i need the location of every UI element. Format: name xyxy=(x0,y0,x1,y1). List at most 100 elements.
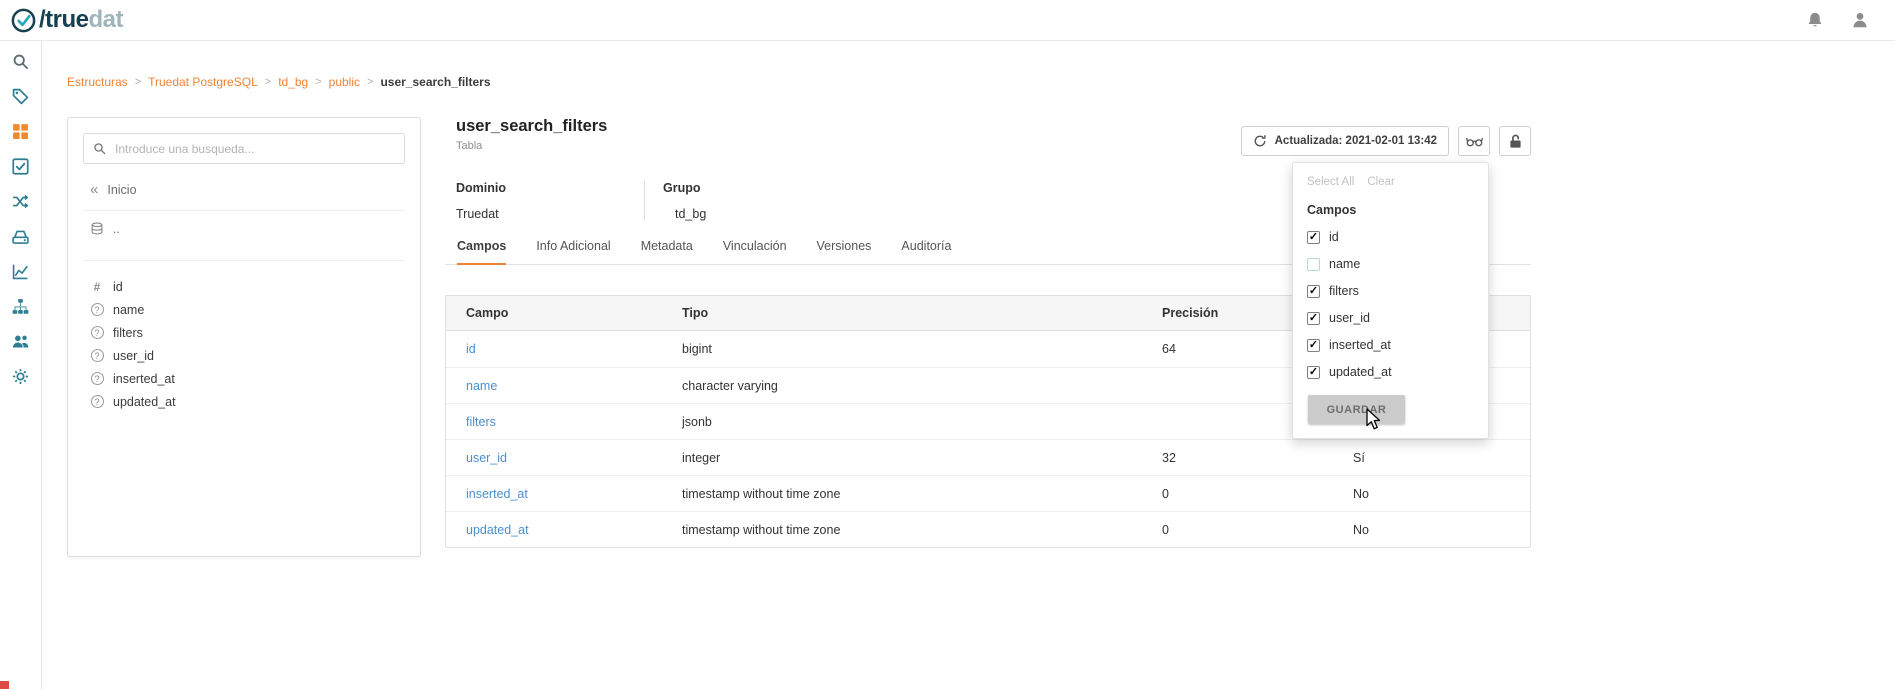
bell-icon[interactable] xyxy=(1806,11,1824,29)
tab-info-adicional[interactable]: Info Adicional xyxy=(536,239,610,264)
parent-folder-link[interactable]: .. xyxy=(83,211,405,247)
checkbox[interactable]: ✓ xyxy=(1307,231,1320,244)
question-circle-icon: ? xyxy=(91,372,104,385)
breadcrumb-separator: > xyxy=(265,76,271,88)
field-link[interactable]: updated_at xyxy=(446,523,682,537)
breadcrumb-item-database[interactable]: td_bg xyxy=(278,75,308,89)
list-item-updated-at[interactable]: ? updated_at xyxy=(83,390,405,413)
field-label: filters xyxy=(113,326,143,340)
question-circle-icon: ? xyxy=(91,349,104,362)
field-precision: 32 xyxy=(1162,451,1353,465)
search-icon[interactable] xyxy=(12,53,29,70)
checkbox[interactable]: ✓ xyxy=(1307,366,1320,379)
checkbox-label: name xyxy=(1329,257,1360,271)
tab-auditoria[interactable]: Auditoría xyxy=(901,239,951,264)
field-link[interactable]: inserted_at xyxy=(446,487,682,501)
breadcrumb-item-current: user_search_filters xyxy=(380,75,490,89)
checkbox-option-filters[interactable]: ✓ filters xyxy=(1307,284,1474,298)
refresh-button[interactable]: Actualizada: 2021-02-01 13:42 xyxy=(1241,126,1449,156)
tab-versiones[interactable]: Versiones xyxy=(817,239,872,264)
gear-icon[interactable] xyxy=(12,368,29,385)
tab-campos[interactable]: Campos xyxy=(457,239,506,265)
field-link[interactable]: id xyxy=(446,342,682,356)
refresh-icon xyxy=(1253,134,1267,148)
breadcrumb-separator: > xyxy=(135,76,141,88)
home-link[interactable]: « Inicio xyxy=(83,182,405,197)
checkbox[interactable]: ✓ xyxy=(1307,285,1320,298)
lock-button[interactable] xyxy=(1499,126,1531,156)
screen: /truedat xyxy=(0,0,1895,689)
field-label: updated_at xyxy=(113,395,176,409)
field-nullable: Sí xyxy=(1353,451,1530,465)
table-row: updated_at timestamp without time zone 0… xyxy=(446,511,1530,547)
tab-vinculacion[interactable]: Vinculación xyxy=(723,239,787,264)
breadcrumb: Estructuras > Truedat PostgreSQL > td_bg… xyxy=(67,75,491,89)
table-row: user_id integer 32 Sí xyxy=(446,439,1530,475)
list-item-filters[interactable]: ? filters xyxy=(83,321,405,344)
domain-block: Dominio Truedat xyxy=(445,181,644,221)
group-value: td_bg xyxy=(663,207,706,221)
list-item-id[interactable]: # id xyxy=(83,275,405,298)
drive-icon[interactable] xyxy=(12,228,29,245)
top-bar: /truedat xyxy=(0,0,1895,41)
title-row: user_search_filters Tabla Actualizada: 2… xyxy=(445,117,1531,156)
list-item-user-id[interactable]: ? user_id xyxy=(83,344,405,367)
list-item-inserted-at[interactable]: ? inserted_at xyxy=(83,367,405,390)
structure-explorer-panel: « Inicio .. # id ? name ? filters ? us xyxy=(67,117,421,557)
checkbox[interactable]: ✓ xyxy=(1307,339,1320,352)
dropdown-actions: Select All Clear xyxy=(1307,176,1474,188)
logo[interactable]: /truedat xyxy=(10,7,123,34)
breadcrumb-separator: > xyxy=(367,76,373,88)
checkbox-option-updated-at[interactable]: ✓ updated_at xyxy=(1307,365,1474,379)
field-type: timestamp without time zone xyxy=(682,487,1162,501)
checkbox-option-inserted-at[interactable]: ✓ inserted_at xyxy=(1307,338,1474,352)
field-label: inserted_at xyxy=(113,372,175,386)
checkbox[interactable]: ✓ xyxy=(1307,312,1320,325)
chart-icon[interactable] xyxy=(12,263,29,280)
checkbox-label: inserted_at xyxy=(1329,338,1391,352)
home-label: Inicio xyxy=(107,183,136,197)
field-link[interactable]: name xyxy=(446,379,682,393)
column-chooser-dropdown: Select All Clear Campos ✓ id name ✓ filt… xyxy=(1292,162,1489,439)
sidebar xyxy=(0,41,42,689)
user-icon[interactable] xyxy=(1851,11,1869,29)
users-icon[interactable] xyxy=(12,333,29,350)
field-type: timestamp without time zone xyxy=(682,523,1162,537)
field-type: integer xyxy=(682,451,1162,465)
check-square-icon[interactable] xyxy=(12,158,29,175)
clear-link[interactable]: Clear xyxy=(1367,176,1394,188)
breadcrumb-separator: > xyxy=(315,76,321,88)
group-label: Grupo xyxy=(663,181,706,195)
logo-text: /truedat xyxy=(39,8,123,32)
checkbox-option-name[interactable]: name xyxy=(1307,257,1474,271)
parent-folder-label: .. xyxy=(113,222,120,236)
sitemap-icon[interactable] xyxy=(12,298,29,315)
page-title: user_search_filters xyxy=(456,117,607,136)
field-nullable: No xyxy=(1353,523,1530,537)
checkbox-option-id[interactable]: ✓ id xyxy=(1307,230,1474,244)
domain-label: Dominio xyxy=(456,181,644,195)
grid-icon[interactable] xyxy=(12,123,29,140)
field-nullable: No xyxy=(1353,487,1530,501)
database-icon xyxy=(90,222,104,236)
logo-primary: true xyxy=(45,6,88,33)
breadcrumb-item-estructuras[interactable]: Estructuras xyxy=(67,75,128,89)
question-circle-icon: ? xyxy=(91,395,104,408)
tag-icon[interactable] xyxy=(12,88,29,105)
column-selector-button[interactable] xyxy=(1458,126,1490,156)
checkbox[interactable] xyxy=(1307,258,1320,271)
select-all-link[interactable]: Select All xyxy=(1307,176,1354,188)
field-label: user_id xyxy=(113,349,154,363)
breadcrumb-item-schema[interactable]: public xyxy=(329,75,360,89)
checkbox-option-user-id[interactable]: ✓ user_id xyxy=(1307,311,1474,325)
glasses-icon xyxy=(1466,133,1483,150)
list-item-name[interactable]: ? name xyxy=(83,298,405,321)
breadcrumb-item-system[interactable]: Truedat PostgreSQL xyxy=(148,75,258,89)
shuffle-icon[interactable] xyxy=(12,193,29,210)
tab-metadata[interactable]: Metadata xyxy=(641,239,693,264)
field-precision: 0 xyxy=(1162,487,1353,501)
search-input[interactable] xyxy=(83,133,405,164)
save-button[interactable]: GUARDAR xyxy=(1308,395,1405,424)
field-link[interactable]: user_id xyxy=(446,451,682,465)
field-link[interactable]: filters xyxy=(446,415,682,429)
